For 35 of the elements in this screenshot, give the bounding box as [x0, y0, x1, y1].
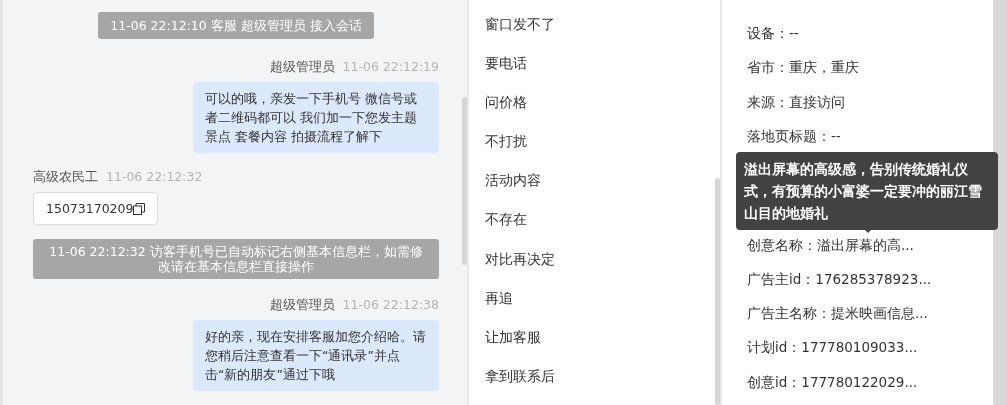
info-row-text: 创意id：177780122029...: [747, 372, 919, 392]
info-row-text: 落地页标题：--: [747, 126, 842, 146]
quick-reply-item[interactable]: 窗口发不了: [485, 14, 555, 54]
quick-reply-item[interactable]: 再追: [485, 287, 513, 327]
info-row-text: 来源：直接访问: [747, 92, 846, 112]
quick-reply-item[interactable]: 对比再决定: [485, 248, 555, 288]
info-row-text: 省市：重庆，重庆: [747, 58, 860, 78]
message-bubble: 可以的哦，亲发一下手机号 微信号或者二维码都可以 我们加一下您发主题景点 套餐内容 拍摄流程了解下: [193, 82, 439, 153]
system-notice: 11-06 22:12:10 客服 超级管理员 接入会话: [98, 12, 374, 39]
sender-name: 高级农民工: [33, 169, 98, 186]
tooltip-arrow-icon: [863, 228, 873, 234]
phone-number: 15073170209: [46, 201, 134, 216]
info-row-text: 广告主名称：提米映画信息...: [747, 304, 929, 324]
quick-reply-item[interactable]: 要电话: [485, 53, 527, 93]
info-row-text: 计划id：177780109033...: [747, 338, 919, 358]
info-row-text: 创意名称：溢出屏幕的高...: [747, 235, 915, 255]
quick-reply-item[interactable]: 不存在: [485, 209, 527, 249]
quick-reply-item[interactable]: 让加客服: [485, 326, 541, 366]
scrollbar[interactable]: [715, 178, 720, 405]
quick-reply-item[interactable]: 问价格: [485, 92, 527, 132]
info-row-text: 设备：--: [747, 24, 800, 43]
info-row-text: 广告主id：176285378923...: [747, 269, 933, 289]
system-notice: 11-06 22:12:32 访客手机号已自动标记右侧基本信息栏，如需修改请在基本信息栏直接操作: [33, 239, 439, 279]
quick-reply-item[interactable]: 活动内容: [485, 170, 541, 210]
message-bubble: 好的亲，现在安排客服加您介绍哈。请您稍后注意查看一下“通讯录”并点击“新的朋友”通过下哦: [193, 320, 439, 391]
sender-name: 超级管理员: [269, 297, 335, 314]
quick-reply-item[interactable]: 不打扰: [485, 131, 527, 171]
tooltip: 溢出屏幕的高级感，告别传统婚礼仪式，有预算的小富婆一定要冲的丽江雪山目的地婚礼: [736, 152, 998, 230]
quick-reply-item[interactable]: 拿到联系后: [485, 365, 555, 405]
message-time: 11-06 22:12:19: [342, 59, 439, 76]
message-time: 11-06 22:12:32: [106, 169, 203, 186]
message-time: 11-06 22:12:38: [342, 297, 439, 314]
sender-name: 超级管理员: [269, 59, 335, 76]
copy-icon[interactable]: [133, 202, 146, 215]
scrollbar[interactable]: [462, 97, 467, 265]
